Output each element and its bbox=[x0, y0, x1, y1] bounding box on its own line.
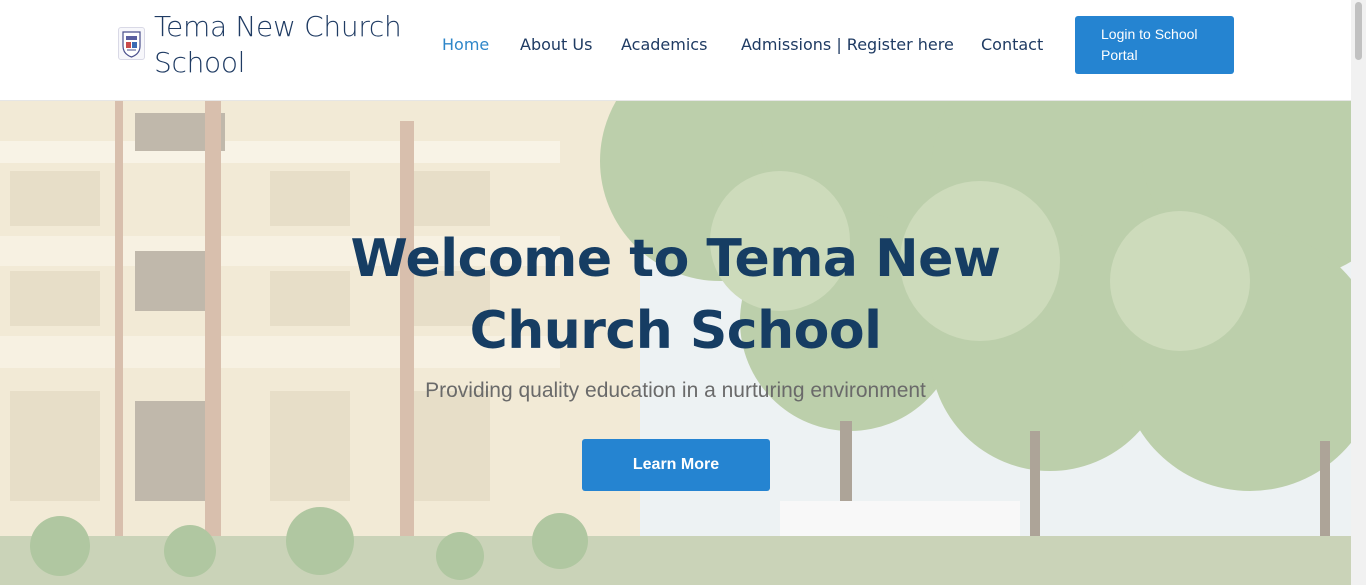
site-brand[interactable]: Tema New Church School bbox=[154, 9, 424, 81]
hero-title-line-1: Welcome to Tema New bbox=[350, 229, 1001, 289]
hero-title-line-2: Church School bbox=[469, 301, 882, 361]
page-scrollbar[interactable] bbox=[1351, 0, 1366, 585]
nav-admissions[interactable]: Admissions | Register here bbox=[741, 34, 954, 56]
hero-title: Welcome to Tema New Church School bbox=[300, 223, 1051, 367]
site-header: Tema New Church School Home About Us Aca… bbox=[0, 0, 1351, 101]
hero-section: Welcome to Tema New Church School Provid… bbox=[0, 101, 1351, 585]
login-portal-button[interactable]: Login to School Portal bbox=[1075, 16, 1234, 74]
nav-home[interactable]: Home bbox=[442, 34, 489, 56]
scrollbar-thumb[interactable] bbox=[1355, 2, 1362, 60]
brand-line-1: Tema New Church bbox=[154, 10, 402, 43]
brand-line-2: School bbox=[154, 46, 246, 79]
login-label-line-2: Portal bbox=[1101, 47, 1138, 63]
nav-academics[interactable]: Academics bbox=[621, 34, 707, 56]
login-label-line-1: Login to School bbox=[1101, 26, 1198, 42]
nav-about-us[interactable]: About Us bbox=[520, 34, 592, 56]
school-crest-icon[interactable] bbox=[118, 27, 145, 60]
learn-more-button[interactable]: Learn More bbox=[582, 439, 770, 491]
hero-subtitle: Providing quality education in a nurturi… bbox=[425, 379, 926, 402]
nav-contact[interactable]: Contact bbox=[981, 34, 1043, 56]
